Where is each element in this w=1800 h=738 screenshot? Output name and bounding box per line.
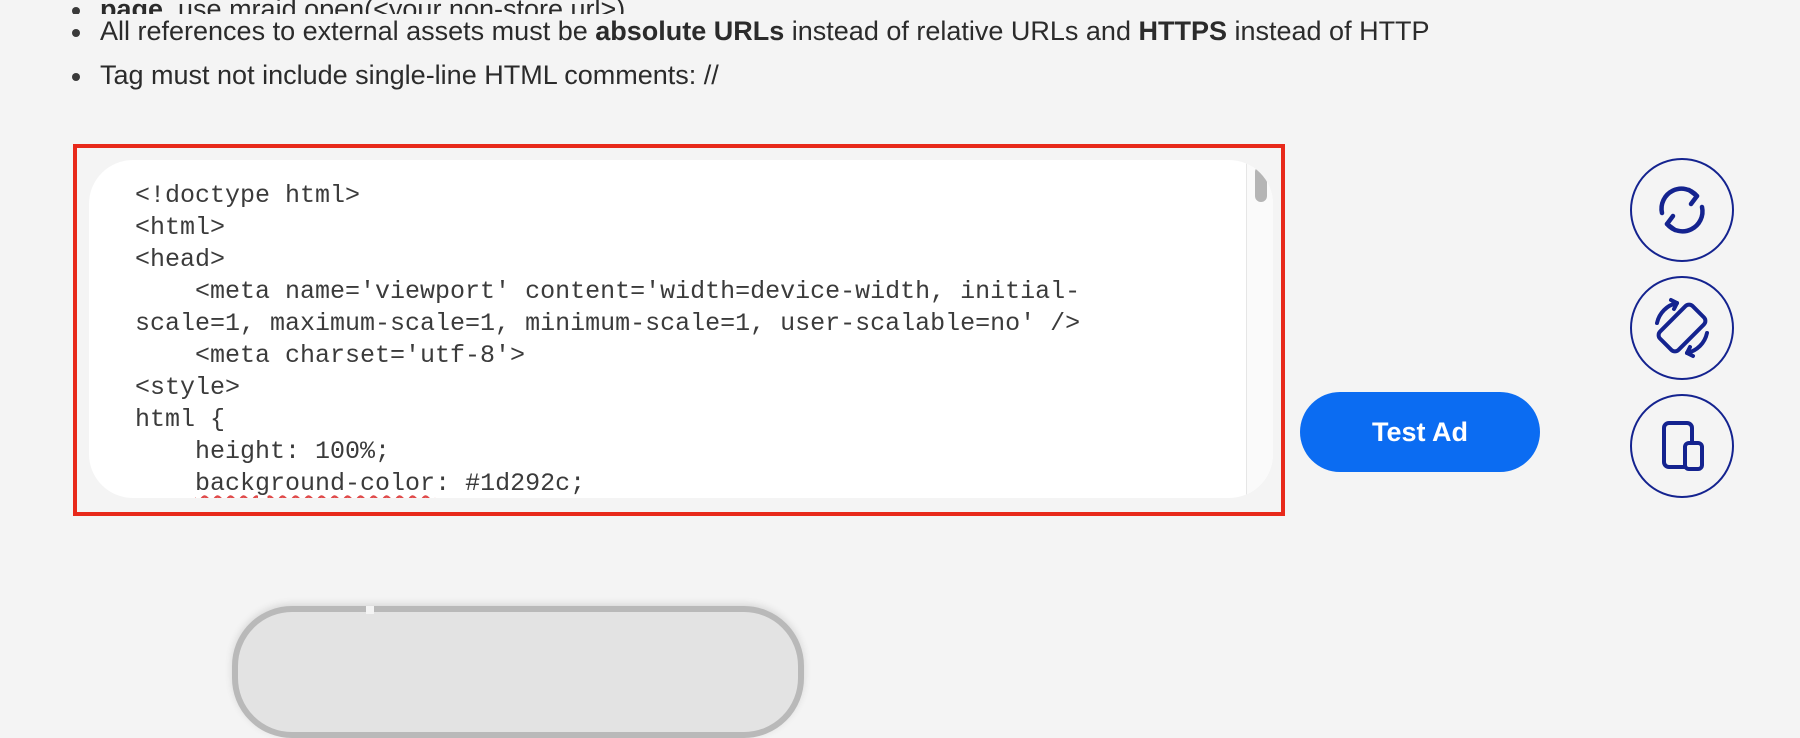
refresh-icon <box>1659 186 1705 234</box>
code-line[interactable]: <meta charset='utf-8'> <box>135 340 1209 372</box>
device-notch <box>366 606 374 614</box>
instruction-item-no-comments: Tag must not include single-line HTML co… <box>72 58 1572 102</box>
ad-tag-code-editor[interactable]: <!doctype html> <html> <head> <meta name='… <box>89 160 1273 498</box>
code-line[interactable]: <meta name='viewport' content='width=dev… <box>135 276 1209 308</box>
code-line[interactable]: background-color: #1d292c; <box>135 468 1209 498</box>
refresh-button[interactable] <box>1630 158 1734 262</box>
instruction-item-absolute-urls: All references to external assets must b… <box>72 14 1572 58</box>
device-preview-frame <box>232 606 804 738</box>
code-line[interactable]: html { <box>135 404 1209 436</box>
instruction-segment: Tag must not include single-line HTML co… <box>100 60 719 90</box>
instruction-segment: instead of relative URLs and <box>784 16 1139 46</box>
instruction-segment: HTTPS <box>1138 16 1227 46</box>
code-text[interactable]: <!doctype html> <html> <head> <meta name='… <box>135 180 1209 498</box>
instruction-segment: page <box>100 0 163 14</box>
rotate-device-icon <box>1655 298 1709 358</box>
test-ad-button[interactable]: Test Ad <box>1300 392 1540 472</box>
code-line[interactable]: <html> <box>135 212 1209 244</box>
instruction-segment: , use mraid.open(<your non-store url>) <box>163 0 625 14</box>
instructions-list: page, use mraid.open(<your non-store url… <box>72 0 1572 102</box>
editor-scrollbar[interactable] <box>1246 160 1273 498</box>
resize-grip-icon[interactable] <box>1253 478 1271 496</box>
code-line[interactable]: <style> <box>135 372 1209 404</box>
instruction-segment: absolute URLs <box>595 16 785 46</box>
code-line[interactable]: height: 100%; <box>135 436 1209 468</box>
device-size-icon <box>1662 421 1704 471</box>
instruction-segment: instead of HTTP <box>1226 16 1430 46</box>
instruction-text: page, use mraid.open(<your non-store url… <box>100 0 625 14</box>
instruction-text: Tag must not include single-line HTML co… <box>100 60 719 90</box>
instruction-text: All references to external assets must b… <box>100 16 1430 46</box>
device-size-button[interactable] <box>1630 394 1734 498</box>
scrollbar-thumb[interactable] <box>1255 166 1267 202</box>
code-line[interactable]: <!doctype html> <box>135 180 1209 212</box>
code-line[interactable]: scale=1, maximum-scale=1, minimum-scale=… <box>135 308 1209 340</box>
instruction-item-cut: page, use mraid.open(<your non-store url… <box>72 0 1572 14</box>
code-line[interactable]: <head> <box>135 244 1209 276</box>
instruction-segment: All references to external assets must b… <box>100 16 596 46</box>
rotate-device-button[interactable] <box>1630 276 1734 380</box>
